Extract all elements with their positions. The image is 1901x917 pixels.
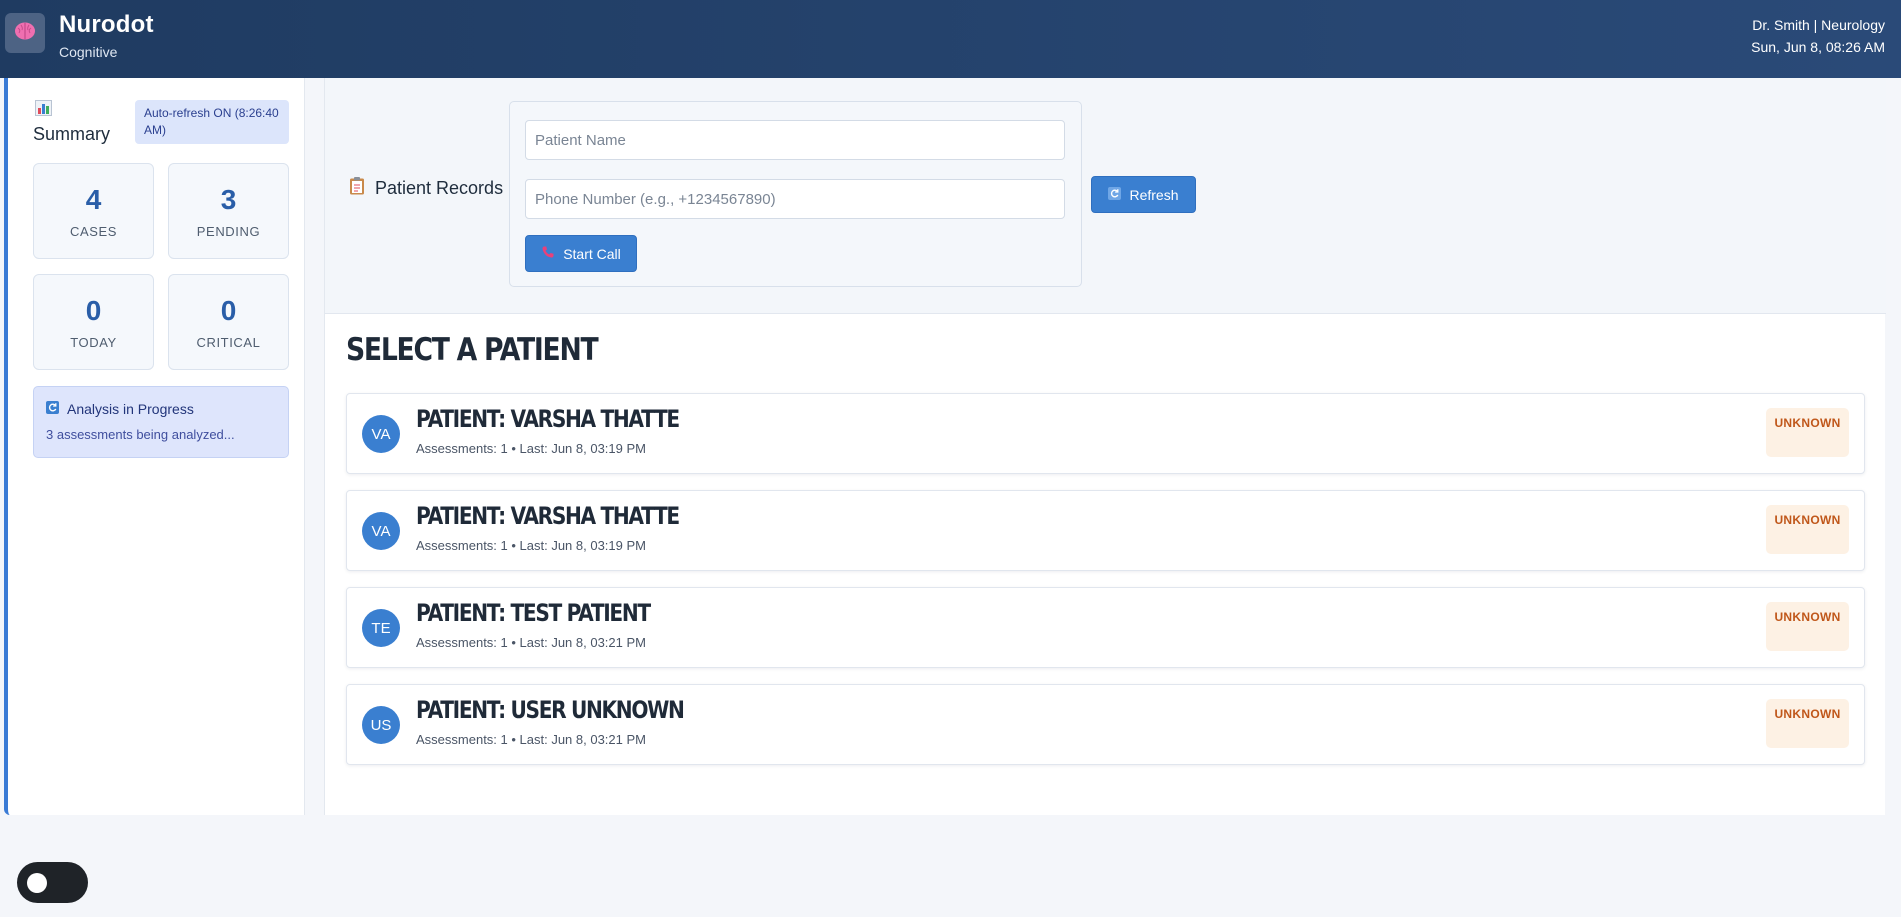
patient-records-title: Patient Records bbox=[375, 177, 504, 198]
stat-value: 0 bbox=[85, 295, 102, 326]
patient-name: PATIENT: USER UNKNOWN bbox=[416, 696, 685, 724]
avatar: VA bbox=[362, 415, 400, 453]
select-patient-title: SELECT A PATIENT bbox=[346, 332, 599, 368]
refresh-icon bbox=[1108, 186, 1122, 203]
phone-icon bbox=[541, 245, 555, 262]
analysis-title-row: Analysis in Progress bbox=[46, 401, 276, 417]
refresh-icon bbox=[46, 401, 59, 417]
patient-card[interactable]: VA PATIENT: VARSHA THATTE Assessments: 1… bbox=[346, 490, 1865, 571]
start-call-button[interactable]: Start Call bbox=[525, 235, 637, 272]
status-badge: UNKNOWN bbox=[1766, 602, 1849, 651]
stat-card-critical: 0 CRITICAL bbox=[168, 274, 289, 370]
start-call-label: Start Call bbox=[563, 245, 621, 262]
patient-meta: Assessments: 1 • Last: Jun 8, 03:21 PM bbox=[416, 732, 646, 747]
theme-toggle[interactable] bbox=[17, 862, 88, 903]
analysis-progress-card: Analysis in Progress 3 assessments being… bbox=[33, 386, 289, 458]
stat-card-cases: 4 CASES bbox=[33, 163, 154, 259]
sidebar: Summary Auto-refresh ON (8:26:40 AM) 4 C… bbox=[4, 78, 305, 815]
app-header: Nurodot Cognitive Dr. Smith | Neurology … bbox=[0, 0, 1901, 78]
refresh-label: Refresh bbox=[1129, 186, 1179, 203]
patient-meta: Assessments: 1 • Last: Jun 8, 03:21 PM bbox=[416, 635, 646, 650]
app-logo bbox=[5, 13, 45, 53]
analysis-title: Analysis in Progress bbox=[67, 401, 194, 417]
status-badge: UNKNOWN bbox=[1766, 699, 1849, 748]
stat-value: 4 bbox=[85, 184, 102, 215]
bar-chart-icon bbox=[35, 100, 52, 121]
avatar: TE bbox=[362, 609, 400, 647]
patient-card[interactable]: TE PATIENT: TEST PATIENT Assessments: 1 … bbox=[346, 587, 1865, 668]
analysis-description: 3 assessments being analyzed... bbox=[46, 427, 235, 442]
stat-label: CRITICAL bbox=[196, 335, 261, 350]
clipboard-icon bbox=[349, 176, 365, 200]
header-user-info: Dr. Smith | Neurology Sun, Jun 8, 08:26 … bbox=[1751, 14, 1885, 58]
stat-value: 0 bbox=[220, 295, 237, 326]
stat-label: PENDING bbox=[196, 224, 261, 239]
patient-meta: Assessments: 1 • Last: Jun 8, 03:19 PM bbox=[416, 441, 646, 456]
app-title: Nurodot bbox=[59, 11, 154, 38]
summary-title: Summary bbox=[33, 124, 111, 144]
patient-name: PATIENT: VARSHA THATTE bbox=[416, 502, 680, 530]
stat-card-pending: 3 PENDING bbox=[168, 163, 289, 259]
stat-value: 3 bbox=[220, 184, 237, 215]
patient-meta: Assessments: 1 • Last: Jun 8, 03:19 PM bbox=[416, 538, 646, 553]
brain-icon bbox=[14, 21, 36, 46]
status-badge: UNKNOWN bbox=[1766, 408, 1849, 457]
patient-records-panel: Patient Records Start Call bbox=[325, 78, 1886, 314]
patient-card[interactable]: VA PATIENT: VARSHA THATTE Assessments: 1… bbox=[346, 393, 1865, 474]
user-label: Dr. Smith | Neurology bbox=[1752, 17, 1885, 33]
auto-refresh-badge: Auto-refresh ON (8:26:40 AM) bbox=[135, 100, 289, 144]
patient-card[interactable]: US PATIENT: USER UNKNOWN Assessments: 1 … bbox=[346, 684, 1865, 765]
patient-name-input[interactable] bbox=[525, 120, 1065, 160]
phone-number-input[interactable] bbox=[525, 179, 1065, 219]
main-content: Patient Records Start Call bbox=[324, 78, 1886, 815]
avatar: VA bbox=[362, 512, 400, 550]
call-form: Start Call bbox=[509, 101, 1082, 287]
app-subtitle: Cognitive bbox=[59, 44, 118, 60]
stat-card-today: 0 TODAY bbox=[33, 274, 154, 370]
stat-label: CASES bbox=[69, 224, 118, 239]
datetime-label: Sun, Jun 8, 08:26 AM bbox=[1751, 39, 1885, 55]
status-badge: UNKNOWN bbox=[1766, 505, 1849, 554]
avatar: US bbox=[362, 706, 400, 744]
patient-records-heading: Patient Records bbox=[349, 176, 503, 200]
refresh-button[interactable]: Refresh bbox=[1091, 176, 1196, 213]
patient-name: PATIENT: TEST PATIENT bbox=[416, 599, 651, 627]
toggle-knob bbox=[27, 873, 47, 893]
stat-label: TODAY bbox=[70, 335, 117, 350]
patient-name: PATIENT: VARSHA THATTE bbox=[416, 405, 680, 433]
